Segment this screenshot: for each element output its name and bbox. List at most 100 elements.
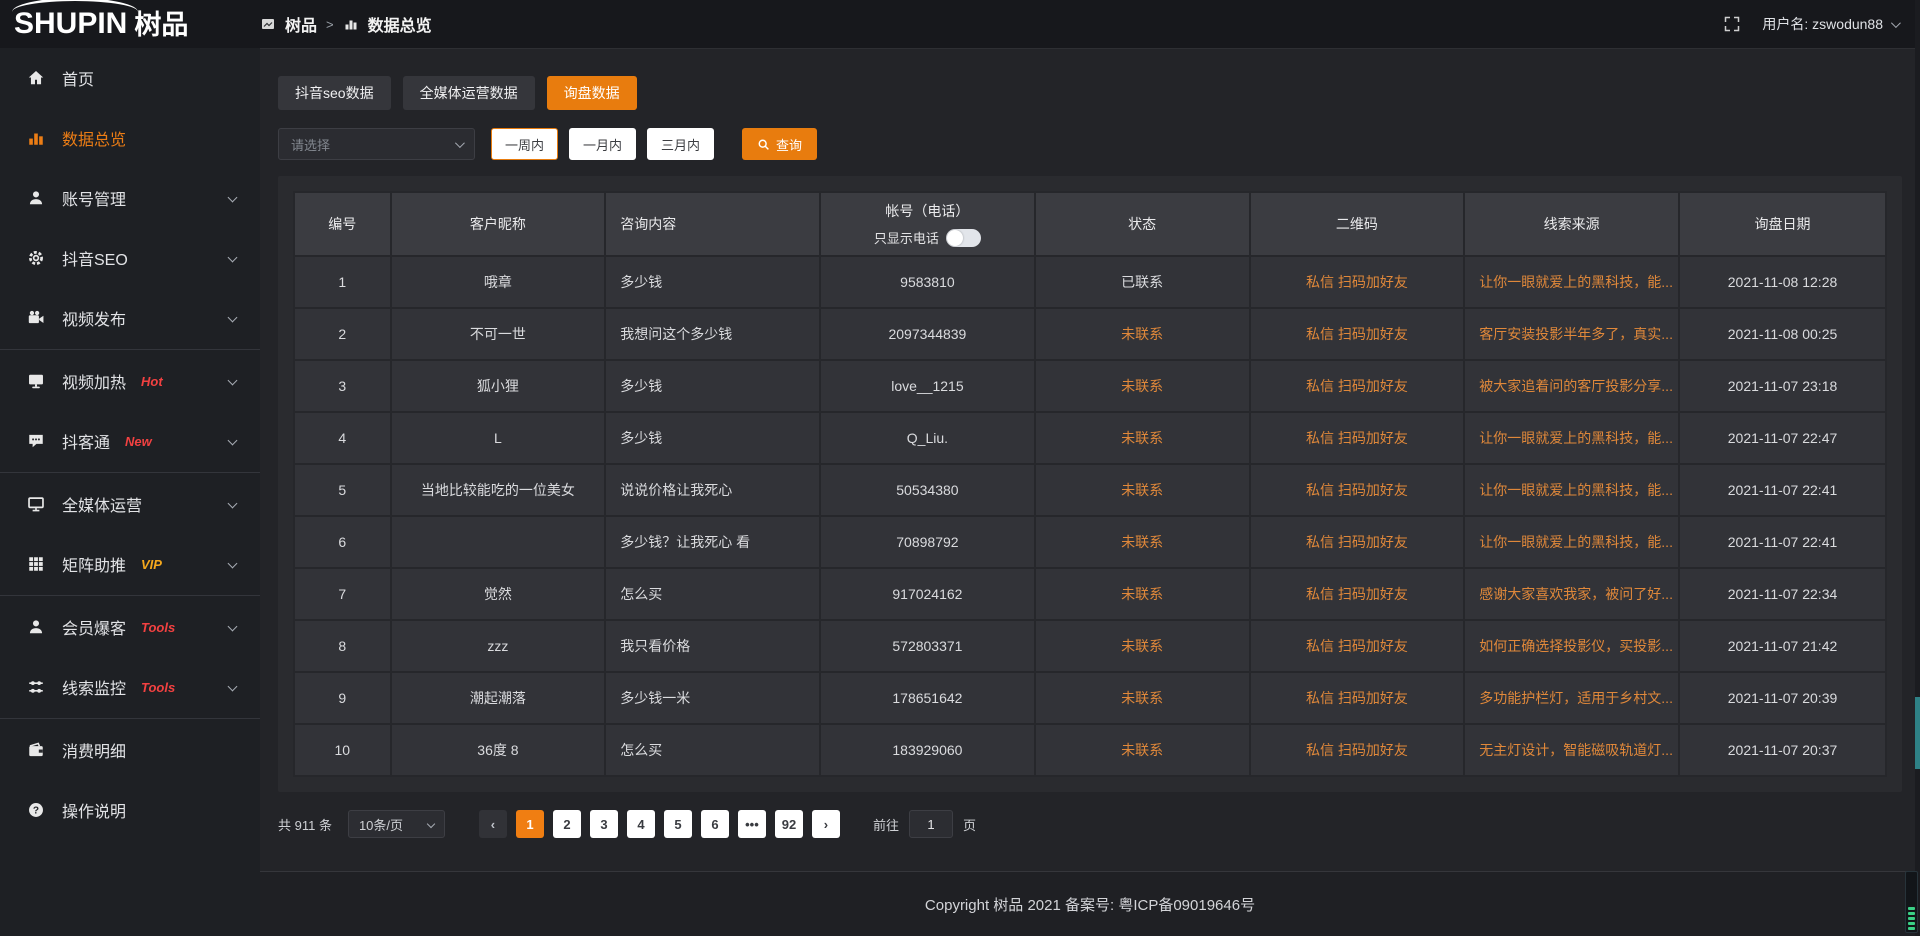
cell-status: 未联系 — [1036, 465, 1249, 515]
sidebar-item-video-publish[interactable]: 视频发布 — [0, 288, 260, 348]
table-row: 7 觉然 怎么买 917024162 未联系 私信 扫码加好友 感谢大家喜欢我家… — [295, 569, 1885, 619]
cell-qrcode-link[interactable]: 私信 扫码加好友 — [1251, 621, 1464, 671]
page-button[interactable]: 4 — [627, 810, 655, 838]
chevron-down-icon — [427, 820, 435, 828]
cell-status: 未联系 — [1036, 569, 1249, 619]
cell-account: Q_Liu. — [821, 413, 1034, 463]
filter-select[interactable]: 请选择 — [278, 128, 475, 160]
cell-qrcode-link[interactable]: 私信 扫码加好友 — [1251, 465, 1464, 515]
next-page-button[interactable]: › — [812, 810, 840, 838]
logo-cjk: 树品 — [134, 12, 188, 39]
cell-account: love__1215 — [821, 361, 1034, 411]
page-button[interactable]: 3 — [590, 810, 618, 838]
sidebar-item-lead-monitor[interactable]: 线索监控 Tools — [0, 657, 260, 717]
prev-page-button[interactable]: ‹ — [479, 810, 507, 838]
cell-qrcode-link[interactable]: 私信 扫码加好友 — [1251, 517, 1464, 567]
fullscreen-icon[interactable] — [1724, 16, 1740, 32]
range-three-months-button[interactable]: 三月内 — [647, 128, 714, 160]
page-button[interactable]: 5 — [664, 810, 692, 838]
cell-account: 178651642 — [821, 673, 1034, 723]
tab-inquiry-data[interactable]: 询盘数据 — [547, 76, 637, 110]
cell-qrcode-link[interactable]: 私信 扫码加好友 — [1251, 257, 1464, 307]
cell-lead-source-link[interactable]: 多功能护栏灯，适用于乡村文... — [1465, 673, 1678, 723]
sidebar-item-account-management[interactable]: 账号管理 — [0, 168, 260, 228]
page-button[interactable]: 6 — [701, 810, 729, 838]
new-badge: New — [125, 434, 152, 449]
scrollbar-thumb[interactable] — [1915, 697, 1920, 769]
sidebar-item-help[interactable]: ? 操作说明 — [0, 780, 260, 840]
table-row: 6 多少钱？让我死心 看 70898792 未联系 私信 扫码加好友 让你一眼就… — [295, 517, 1885, 567]
cell-lead-source-link[interactable]: 如何正确选择投影仪，买投影... — [1465, 621, 1678, 671]
goto-page-input[interactable] — [909, 810, 953, 838]
cell-inquiry-content: 多少钱一米 — [606, 673, 819, 723]
app-logo[interactable]: SHUPIN 树品 — [0, 9, 260, 39]
cell-inquiry-content: 我只看价格 — [606, 621, 819, 671]
cell-lead-source-link[interactable]: 让你一眼就爱上的黑科技，能... — [1465, 517, 1678, 567]
sliders-icon — [27, 678, 45, 696]
cell-nickname: zzz — [392, 621, 605, 671]
page-button[interactable]: 92 — [775, 810, 803, 838]
page-button[interactable]: 1 — [516, 810, 544, 838]
cell-status: 已联系 — [1036, 257, 1249, 307]
sidebar-item-data-overview[interactable]: 数据总览 — [0, 108, 260, 168]
cell-qrcode-link[interactable]: 私信 扫码加好友 — [1251, 725, 1464, 775]
cell-lead-source-link[interactable]: 被大家追着问的客厅投影分享... — [1465, 361, 1678, 411]
cell-status: 未联系 — [1036, 621, 1249, 671]
breadcrumb-page[interactable]: 数据总览 — [368, 12, 432, 36]
cell-inquiry-content: 多少钱？让我死心 看 — [606, 517, 819, 567]
cell-number: 3 — [295, 361, 390, 411]
cell-lead-source-link[interactable]: 客厅安装投影半年多了，真实... — [1465, 309, 1678, 359]
cell-status: 未联系 — [1036, 517, 1249, 567]
range-one-month-button[interactable]: 一月内 — [569, 128, 636, 160]
sidebar-divider — [0, 349, 260, 350]
page-size-select[interactable]: 10条/页 — [348, 810, 445, 838]
cell-nickname: 哦章 — [392, 257, 605, 307]
cell-lead-source-link[interactable]: 让你一眼就爱上的黑科技，能... — [1465, 257, 1678, 307]
cell-lead-source-link[interactable]: 让你一眼就爱上的黑科技，能... — [1465, 413, 1678, 463]
toggle-knob — [947, 230, 963, 246]
sidebar-item-matrix-boost[interactable]: 矩阵助推 VIP — [0, 534, 260, 594]
cell-qrcode-link[interactable]: 私信 扫码加好友 — [1251, 361, 1464, 411]
query-button[interactable]: 查询 — [742, 128, 817, 160]
sidebar-item-video-heating[interactable]: 视频加热 Hot — [0, 351, 260, 411]
svg-text:?: ? — [33, 806, 39, 817]
cell-qrcode-link[interactable]: 私信 扫码加好友 — [1251, 309, 1464, 359]
chevron-down-icon — [228, 682, 238, 692]
cell-lead-source-link[interactable]: 让你一眼就爱上的黑科技，能... — [1465, 465, 1678, 515]
cell-lead-source-link[interactable]: 无主灯设计，智能磁吸轨道灯... — [1465, 725, 1678, 775]
tab-douyin-seo-data[interactable]: 抖音seo数据 — [278, 76, 391, 110]
date-range-group: 一周内 一月内 三月内 — [491, 128, 714, 160]
user-menu[interactable]: 用户名: zswodun88 — [1762, 14, 1898, 34]
cell-inquiry-date: 2021-11-07 22:41 — [1680, 465, 1885, 515]
cell-lead-source-link[interactable]: 感谢大家喜欢我家，被问了好... — [1465, 569, 1678, 619]
sidebar-item-home[interactable]: 首页 — [0, 48, 260, 108]
page-button[interactable]: 2 — [553, 810, 581, 838]
cell-inquiry-content: 多少钱 — [606, 361, 819, 411]
cell-number: 9 — [295, 673, 390, 723]
page-ellipsis-button[interactable]: ••• — [738, 810, 766, 838]
table-row: 1 哦章 多少钱 9583810 已联系 私信 扫码加好友 让你一眼就爱上的黑科… — [295, 257, 1885, 307]
sidebar-item-spending-detail[interactable]: 消费明细 — [0, 720, 260, 780]
sidebar-item-omnimedia[interactable]: 全媒体运营 — [0, 474, 260, 534]
tab-omnimedia-data[interactable]: 全媒体运营数据 — [403, 76, 535, 110]
sidebar-item-member-baoke[interactable]: 会员爆客 Tools — [0, 597, 260, 657]
video-camera-icon — [27, 309, 45, 327]
chevron-down-icon — [228, 622, 238, 632]
table-body: 1 哦章 多少钱 9583810 已联系 私信 扫码加好友 让你一眼就爱上的黑科… — [295, 257, 1885, 775]
cell-qrcode-link[interactable]: 私信 扫码加好友 — [1251, 413, 1464, 463]
cell-status: 未联系 — [1036, 673, 1249, 723]
hot-badge: Hot — [141, 374, 163, 389]
sidebar-item-douyin-seo[interactable]: 抖音SEO — [0, 228, 260, 288]
cell-account: 572803371 — [821, 621, 1034, 671]
breadcrumb-app[interactable]: 树品 — [285, 12, 317, 36]
sidebar-item-douketong[interactable]: 抖客通 New — [0, 411, 260, 471]
table-header-row: 编号 客户昵称 咨询内容 帐号（电话） 只显示电话 状态 二维码 线索来源 询盘… — [295, 193, 1885, 255]
phone-only-toggle[interactable] — [946, 229, 981, 247]
cell-qrcode-link[interactable]: 私信 扫码加好友 — [1251, 673, 1464, 723]
cell-qrcode-link[interactable]: 私信 扫码加好友 — [1251, 569, 1464, 619]
range-one-week-button[interactable]: 一周内 — [491, 128, 558, 160]
brand-icon — [260, 16, 276, 32]
col-status: 状态 — [1036, 193, 1249, 255]
table-row: 2 不可一世 我想问这个多少钱 2097344839 未联系 私信 扫码加好友 … — [295, 309, 1885, 359]
grid-icon — [27, 555, 45, 573]
